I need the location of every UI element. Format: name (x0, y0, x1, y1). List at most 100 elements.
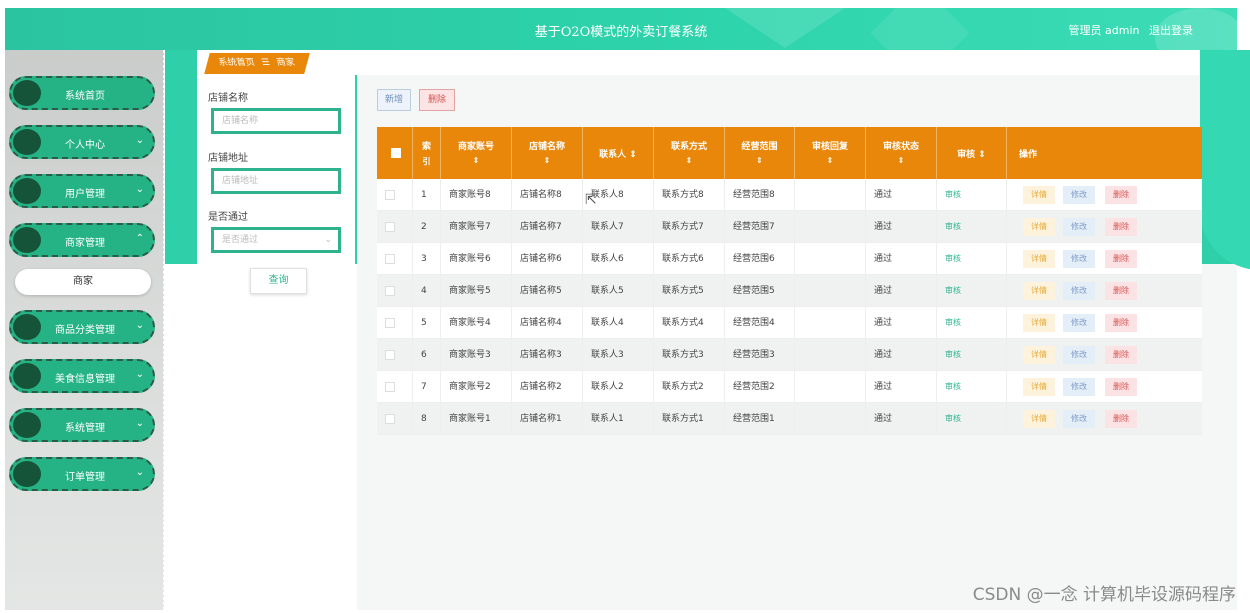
sidebar-item-order-management[interactable]: 订单管理 ⌄ (9, 457, 155, 491)
audit-link[interactable]: 审核 (937, 211, 1007, 243)
audit-link[interactable]: 审核 (937, 275, 1007, 307)
header-select-all[interactable] (377, 127, 413, 179)
row-checkbox[interactable] (385, 414, 395, 424)
sidebar-item-label: 商品分类管理 (55, 325, 115, 336)
sidebar-item-merchant-management[interactable]: 商家管理 ⌃ (9, 223, 155, 257)
breadcrumb-home[interactable]: 系统首页 (216, 53, 258, 74)
row-select-cell (377, 275, 413, 307)
edit-button[interactable]: 修改 (1063, 186, 1095, 204)
edit-button[interactable]: 修改 (1063, 282, 1095, 300)
column-header[interactable]: 店铺名称 ⇕ (512, 127, 583, 179)
row-checkbox[interactable] (385, 382, 395, 392)
index-cell: 7 (413, 371, 441, 403)
delete-button[interactable]: 删除 (1105, 314, 1137, 332)
delete-button[interactable]: 删除 (1105, 378, 1137, 396)
column-header[interactable]: 联系方式 ⇕ (654, 127, 725, 179)
table-row: 7 商家账号2 店铺名称2 联系人2 联系方式2 经营范围2 通过 审核 详情 … (377, 371, 1202, 403)
detail-button[interactable]: 详情 (1023, 410, 1055, 428)
column-header[interactable]: 审核状态 ⇕ (866, 127, 937, 179)
scope-cell: 经营范围2 (725, 371, 795, 403)
delete-button[interactable]: 删除 (1105, 346, 1137, 364)
detail-button[interactable]: 详情 (1023, 186, 1055, 204)
chevron-down-icon: ⌄ (135, 184, 144, 195)
sidebar-item-personal-center[interactable]: 个人中心 ⌄ (9, 125, 155, 159)
sidebar-item-category-management[interactable]: 商品分类管理 ⌄ (9, 310, 155, 344)
column-header[interactable]: 经营范围 ⇕ (725, 127, 795, 179)
column-header[interactable]: 联系人 ⇕ (583, 127, 654, 179)
status-cell: 通过 (866, 211, 937, 243)
phone-cell: 联系方式4 (654, 307, 725, 339)
audit-link[interactable]: 审核 (937, 307, 1007, 339)
row-checkbox[interactable] (385, 318, 395, 328)
account-cell: 商家账号6 (441, 243, 512, 275)
column-header[interactable]: 审核回复 ⇕ (795, 127, 866, 179)
detail-button[interactable]: 详情 (1023, 314, 1055, 332)
detail-button[interactable]: 详情 (1023, 378, 1055, 396)
search-button[interactable]: 查询 (250, 268, 307, 294)
edit-button[interactable]: 修改 (1063, 218, 1095, 236)
sidebar-item-food-management[interactable]: 美食信息管理 ⌄ (9, 359, 155, 393)
chevron-down-icon: ⌄ (324, 235, 332, 245)
reply-cell (795, 371, 866, 403)
menu-dot-icon (13, 178, 41, 204)
status-cell: 通过 (866, 339, 937, 371)
batch-delete-button[interactable]: 删除 (419, 89, 455, 111)
phone-cell: 联系方式2 (654, 371, 725, 403)
edit-button[interactable]: 修改 (1063, 410, 1095, 428)
pass-status-select[interactable]: 是否通过 ⌄ (211, 227, 341, 253)
chevron-down-icon: ⌄ (135, 467, 144, 478)
detail-button[interactable]: 详情 (1023, 346, 1055, 364)
delete-button[interactable]: 删除 (1105, 250, 1137, 268)
row-checkbox[interactable] (385, 222, 395, 232)
contact-cell: 联系人6 (583, 243, 654, 275)
sidebar-item-user-management[interactable]: 用户管理 ⌄ (9, 174, 155, 208)
sidebar-item-label: 系统首页 (65, 91, 105, 102)
table-row: 8 商家账号1 店铺名称1 联系人1 联系方式1 经营范围1 通过 审核 详情 … (377, 403, 1202, 435)
sort-icon: ⇕ (543, 156, 551, 165)
row-checkbox[interactable] (385, 286, 395, 296)
detail-button[interactable]: 详情 (1023, 282, 1055, 300)
shop-name-cell: 店铺名称8 (512, 179, 583, 211)
audit-link[interactable]: 审核 (937, 339, 1007, 371)
sidebar-item-label: 美食信息管理 (55, 374, 115, 385)
audit-link[interactable]: 审核 (937, 371, 1007, 403)
select-all-checkbox[interactable] (391, 148, 401, 158)
row-checkbox[interactable] (385, 254, 395, 264)
add-button[interactable]: 新增 (377, 89, 411, 111)
detail-button[interactable]: 详情 (1023, 218, 1055, 236)
delete-button[interactable]: 删除 (1105, 282, 1137, 300)
reply-cell (795, 275, 866, 307)
sidebar-subitem-merchant[interactable]: 商家 (15, 269, 151, 295)
breadcrumb: 系统首页 ☰ 商家 (204, 53, 310, 74)
column-header[interactable]: 审核 ⇕ (937, 127, 1007, 179)
row-select-cell (377, 371, 413, 403)
sidebar-item-system-management[interactable]: 系统管理 ⌄ (9, 408, 155, 442)
row-checkbox[interactable] (385, 190, 395, 200)
delete-button[interactable]: 删除 (1105, 186, 1137, 204)
logout-link[interactable]: 退出登录 (1149, 24, 1193, 37)
edit-button[interactable]: 修改 (1063, 314, 1095, 332)
audit-link[interactable]: 审核 (937, 179, 1007, 211)
shop-address-input[interactable]: 店铺地址 (211, 168, 341, 194)
delete-button[interactable]: 删除 (1105, 410, 1137, 428)
edit-button[interactable]: 修改 (1063, 346, 1095, 364)
row-checkbox[interactable] (385, 350, 395, 360)
status-cell: 通过 (866, 179, 937, 211)
edit-button[interactable]: 修改 (1063, 250, 1095, 268)
column-header-label: 索 (421, 142, 431, 152)
user-info: 管理员 admin 退出登录 (1063, 22, 1193, 38)
audit-link[interactable]: 审核 (937, 243, 1007, 275)
row-select-cell (377, 179, 413, 211)
row-actions: 详情 修改 删除 (1017, 371, 1202, 403)
edit-button[interactable]: 修改 (1063, 378, 1095, 396)
delete-button[interactable]: 删除 (1105, 218, 1137, 236)
column-header[interactable]: 商家账号 ⇕ (441, 127, 512, 179)
shop-name-label: 店铺名称 (208, 93, 248, 104)
audit-link[interactable]: 审核 (937, 403, 1007, 435)
sidebar-item-home[interactable]: 系统首页 (9, 76, 155, 110)
detail-button[interactable]: 详情 (1023, 250, 1055, 268)
phone-cell: 联系方式3 (654, 339, 725, 371)
shop-name-input[interactable]: 店铺名称 (211, 108, 341, 134)
column-header-label: 店铺名称 (528, 142, 565, 152)
chevron-down-icon: ⌄ (135, 320, 144, 331)
